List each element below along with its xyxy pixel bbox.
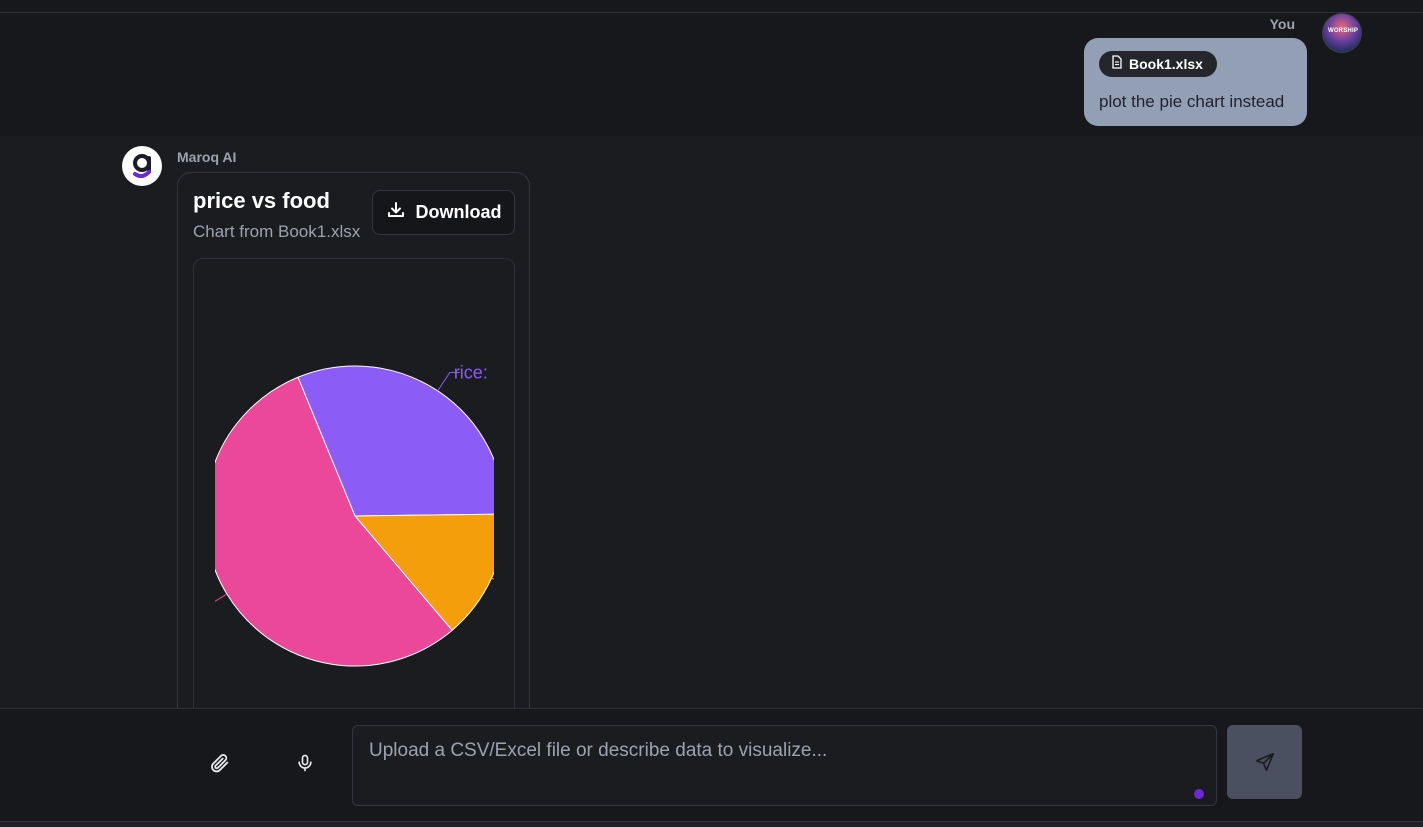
pie-leader-line-1: [491, 577, 494, 580]
microphone-button[interactable]: [285, 743, 325, 783]
chart-title: price vs food: [193, 188, 330, 213]
pie-chart: rice:: [215, 362, 494, 667]
pie-label-0: rice:: [454, 362, 488, 382]
chart-area: rice:: [193, 258, 515, 728]
attach-button[interactable]: [200, 743, 240, 783]
composer-bar: [0, 708, 1423, 821]
user-avatar[interactable]: WORSHIP: [1322, 13, 1362, 53]
user-message-text: plot the pie chart instead: [1099, 92, 1285, 111]
download-icon: [386, 200, 406, 225]
microphone-icon: [298, 754, 312, 772]
ai-name: Maroq AI: [177, 149, 237, 165]
status-dot: [1194, 789, 1204, 799]
send-icon: [1255, 752, 1274, 772]
paperclip-icon: [211, 754, 229, 773]
attachment-chip[interactable]: Book1.xlsx: [1099, 51, 1217, 77]
pie-leader-line-2: [215, 593, 228, 602]
send-button[interactable]: [1227, 725, 1302, 799]
message-input[interactable]: [353, 726, 1216, 805]
chart-card: price vs food Chart from Book1.xlsx Down…: [177, 172, 530, 732]
download-button[interactable]: Download: [372, 190, 515, 235]
top-border: [0, 0, 1423, 13]
download-label: Download: [415, 202, 502, 222]
user-message-bubble: Book1.xlsx plot the pie chart instead: [1084, 38, 1307, 126]
bottom-border: [0, 821, 1423, 827]
ai-avatar: [122, 146, 162, 186]
message-input-box[interactable]: [352, 725, 1217, 806]
maroq-logo-icon: [133, 154, 151, 179]
avatar-image-text: WORSHIP: [1327, 28, 1359, 34]
attachment-filename: Book1.xlsx: [1129, 56, 1203, 72]
file-icon: [1111, 54, 1123, 74]
user-name: You: [1269, 16, 1295, 32]
chart-subtitle: Chart from Book1.xlsx: [193, 222, 361, 241]
